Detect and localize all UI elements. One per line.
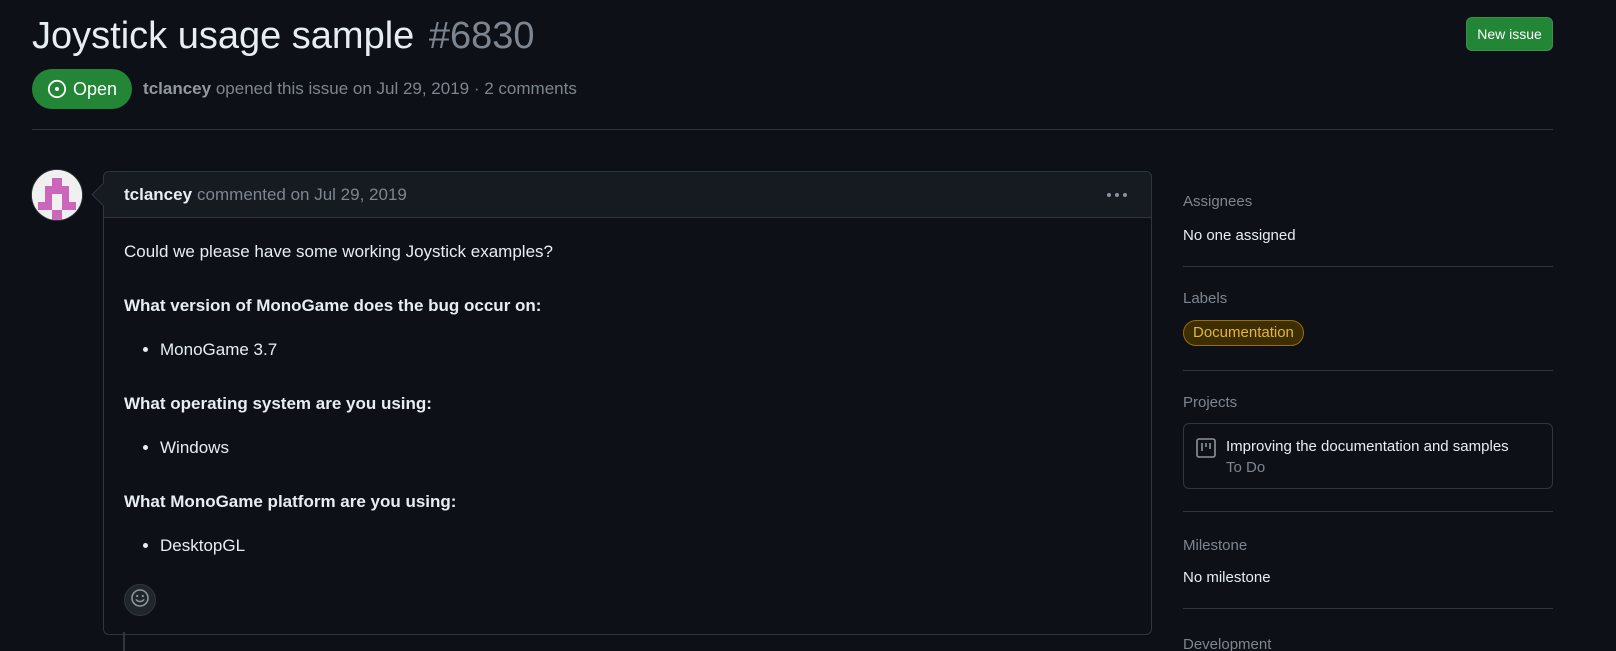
sidebar-development: Development bbox=[1183, 609, 1553, 651]
timeline-line bbox=[123, 632, 125, 651]
project-name[interactable]: Improving the documentation and samples bbox=[1226, 438, 1509, 456]
sidebar-milestone: Milestone No milestone bbox=[1183, 512, 1553, 609]
issue-open-icon bbox=[47, 79, 67, 99]
new-issue-button[interactable]: New issue bbox=[1466, 17, 1553, 51]
issue-title-text: Joystick usage sample bbox=[32, 15, 415, 57]
labels-heading[interactable]: Labels bbox=[1183, 289, 1227, 309]
project-card[interactable]: Improving the documentation and samples … bbox=[1183, 423, 1553, 489]
issue-author-link[interactable]: tclancey bbox=[143, 79, 211, 98]
labels-list: Documentation bbox=[1183, 320, 1304, 346]
milestone-heading[interactable]: Milestone bbox=[1183, 536, 1247, 556]
kebab-menu-icon[interactable] bbox=[1105, 185, 1129, 205]
sidebar-labels: Labels Documentation bbox=[1183, 267, 1553, 371]
comment-body: Could we please have some working Joysti… bbox=[104, 218, 1151, 576]
answer-version-list: MonoGame 3.7 bbox=[124, 338, 1131, 362]
header-divider bbox=[32, 129, 1553, 130]
issue-meta-text: tclancey opened this issue on Jul 29, 20… bbox=[143, 79, 577, 99]
question-os: What operating system are you using: bbox=[124, 394, 432, 413]
issue-title: Joystick usage sample #6830 bbox=[32, 10, 535, 62]
list-item: Windows bbox=[160, 436, 1131, 460]
issue-number: #6830 bbox=[428, 15, 535, 57]
assignees-value: No one assigned bbox=[1183, 227, 1296, 244]
project-board-icon bbox=[1196, 438, 1216, 474]
answer-platform-list: DesktopGL bbox=[124, 534, 1131, 558]
question-version: What version of MonoGame does the bug oc… bbox=[124, 296, 542, 315]
avatar[interactable] bbox=[32, 170, 82, 220]
smiley-icon bbox=[130, 588, 150, 613]
add-reaction-button[interactable] bbox=[124, 584, 156, 616]
state-label: Open bbox=[73, 78, 118, 99]
assignees-heading[interactable]: Assignees bbox=[1183, 192, 1252, 212]
comment-box: tclancey commented on Jul 29, 2019 Could… bbox=[103, 171, 1152, 635]
milestone-value: No milestone bbox=[1183, 569, 1271, 586]
sidebar-assignees: Assignees No one assigned bbox=[1183, 182, 1553, 267]
comment-author-link[interactable]: tclancey bbox=[124, 185, 192, 205]
question-platform: What MonoGame platform are you using: bbox=[124, 492, 457, 511]
list-item: MonoGame 3.7 bbox=[160, 338, 1131, 362]
issue-meta: Open tclancey opened this issue on Jul 2… bbox=[32, 69, 577, 109]
state-badge: Open bbox=[32, 69, 133, 109]
projects-heading[interactable]: Projects bbox=[1183, 393, 1237, 413]
comment-intro: Could we please have some working Joysti… bbox=[124, 242, 553, 261]
list-item: DesktopGL bbox=[160, 534, 1131, 558]
issue-opened-text: opened this issue on Jul 29, 2019 · 2 co… bbox=[215, 79, 577, 98]
comment-timestamp[interactable]: commented on Jul 29, 2019 bbox=[197, 185, 407, 205]
project-info: Improving the documentation and samples … bbox=[1226, 438, 1509, 476]
project-status: To Do bbox=[1226, 459, 1266, 476]
answer-os-list: Windows bbox=[124, 436, 1131, 460]
comment-header: tclancey commented on Jul 29, 2019 bbox=[104, 172, 1151, 218]
sidebar-projects: Projects Improving the documentation and… bbox=[1183, 371, 1553, 512]
sidebar: Assignees No one assigned Labels Documen… bbox=[1183, 182, 1553, 651]
issue-page: Joystick usage sample #6830 New issue Op… bbox=[0, 0, 1616, 651]
development-heading[interactable]: Development bbox=[1183, 635, 1271, 651]
label-documentation[interactable]: Documentation bbox=[1183, 320, 1304, 346]
